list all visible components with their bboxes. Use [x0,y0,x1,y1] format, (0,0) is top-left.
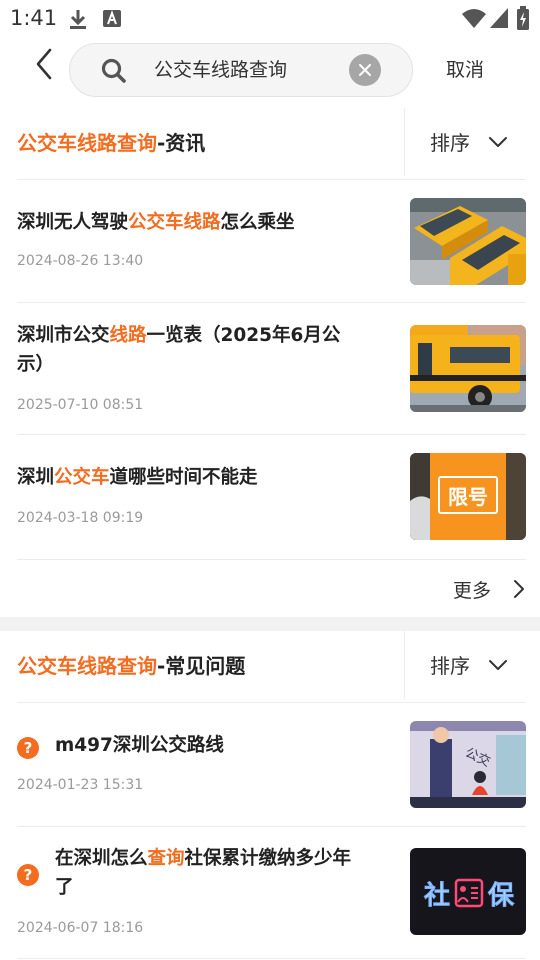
thumb-badge-right: 保 [487,881,515,911]
battery-icon [517,6,529,30]
back-button[interactable] [26,46,60,86]
search-input[interactable]: 公交车线路查询 [69,43,413,97]
clear-search-button[interactable] [349,54,381,86]
news-item[interactable]: 深圳无人驾驶公交车线路怎么乘坐 2024-08-26 13:40 [17,180,526,302]
divider [17,958,526,959]
faq-sort-button[interactable]: 排序 [405,631,540,699]
back-arrow-icon [36,48,52,80]
chevron-down-icon [489,660,507,670]
thumb-badge-left: 社 [424,880,450,911]
chevron-down-icon [489,137,507,147]
faq-item-date: 2024-01-23 15:31 [17,777,144,793]
title-text: 怎么乘坐 [220,212,295,233]
bus-passenger-thumbnail: 公交 [410,721,526,808]
news-item-date: 2024-03-18 09:19 [17,510,144,526]
faq-section-header: 公交车线路查询-常见问题 排序 [0,631,540,703]
traffic-restriction-thumbnail: 限号 [410,453,526,540]
news-item-title: 深圳无人驾驶公交车线路怎么乘坐 [17,208,367,237]
title-highlight: 查询 [147,848,185,869]
search-query-text: 公交车线路查询 [154,59,288,81]
chevron-right-icon [514,580,524,598]
close-icon [359,64,371,76]
school-bus-thumbnail [410,325,526,412]
wifi-icon [461,7,487,29]
a-notification-icon [103,8,121,28]
title-text: 道哪些时间不能走 [109,467,258,488]
search-header: 公交车线路查询 取消 [0,36,540,102]
title-highlight: 线路 [109,325,147,346]
news-item[interactable]: 深圳市公交线路一览表（2025年6月公示） 2025-07-10 08:51 [17,303,526,434]
news-sort-button[interactable]: 排序 [405,108,540,176]
faq-item[interactable]: ? 在深圳怎么查询社保累计缴纳多少年了 2024-06-07 18:16 社 保 [17,827,526,958]
news-item[interactable]: 深圳公交车道哪些时间不能走 2024-03-18 09:19 限号 [17,435,526,559]
news-item-date: 2025-07-10 08:51 [17,397,144,413]
title-highlight: 公交车 [54,467,110,488]
section-title-suffix: -资讯 [157,131,206,155]
title-text: 深圳 [17,467,55,488]
title-text: 在深圳怎么 [55,848,148,869]
signal-icon [489,7,509,29]
status-time: 1:41 [10,6,58,30]
sort-label: 排序 [430,131,470,155]
faq-item-date: 2024-06-07 18:16 [17,920,144,936]
yellow-buses-thumbnail [410,198,526,285]
title-text: m497深圳公交路线 [55,735,224,756]
title-highlight: 公交车线路 [128,212,221,233]
section-title-highlight: 公交车线路查询 [17,654,157,678]
search-icon [100,57,128,85]
title-text: 深圳市公交 [17,325,110,346]
more-label: 更多 [453,580,492,602]
news-item-title: 深圳公交车道哪些时间不能走 [17,463,367,492]
faq-item-title: 在深圳怎么查询社保累计缴纳多少年了 [55,844,367,902]
news-item-date: 2024-08-26 13:40 [17,253,144,269]
section-title-suffix: -常见问题 [157,654,246,678]
cancel-button[interactable]: 取消 [446,55,484,82]
section-title-highlight: 公交车线路查询 [17,131,157,155]
news-section-header: 公交车线路查询-资讯 排序 [0,108,540,180]
news-item-title: 深圳市公交线路一览表（2025年6月公示） [17,321,367,379]
title-text: 深圳无人驾驶 [17,212,129,233]
question-icon: ? [17,737,39,759]
news-section-title: 公交车线路查询-资讯 [17,128,205,158]
status-bar: 1:41 [0,0,540,36]
sort-label: 排序 [430,654,470,678]
section-separator [0,617,540,631]
download-icon [68,8,88,30]
faq-item-title: m497深圳公交路线 [55,731,367,760]
question-icon: ? [17,864,39,886]
thumb-badge-text: 限号 [448,485,488,509]
faq-item[interactable]: ? m497深圳公交路线 2024-01-23 15:31 公交 [17,703,526,826]
social-security-thumbnail: 社 保 [410,848,526,935]
more-button[interactable]: 更多 [0,560,540,616]
faq-section-title: 公交车线路查询-常见问题 [17,651,245,681]
